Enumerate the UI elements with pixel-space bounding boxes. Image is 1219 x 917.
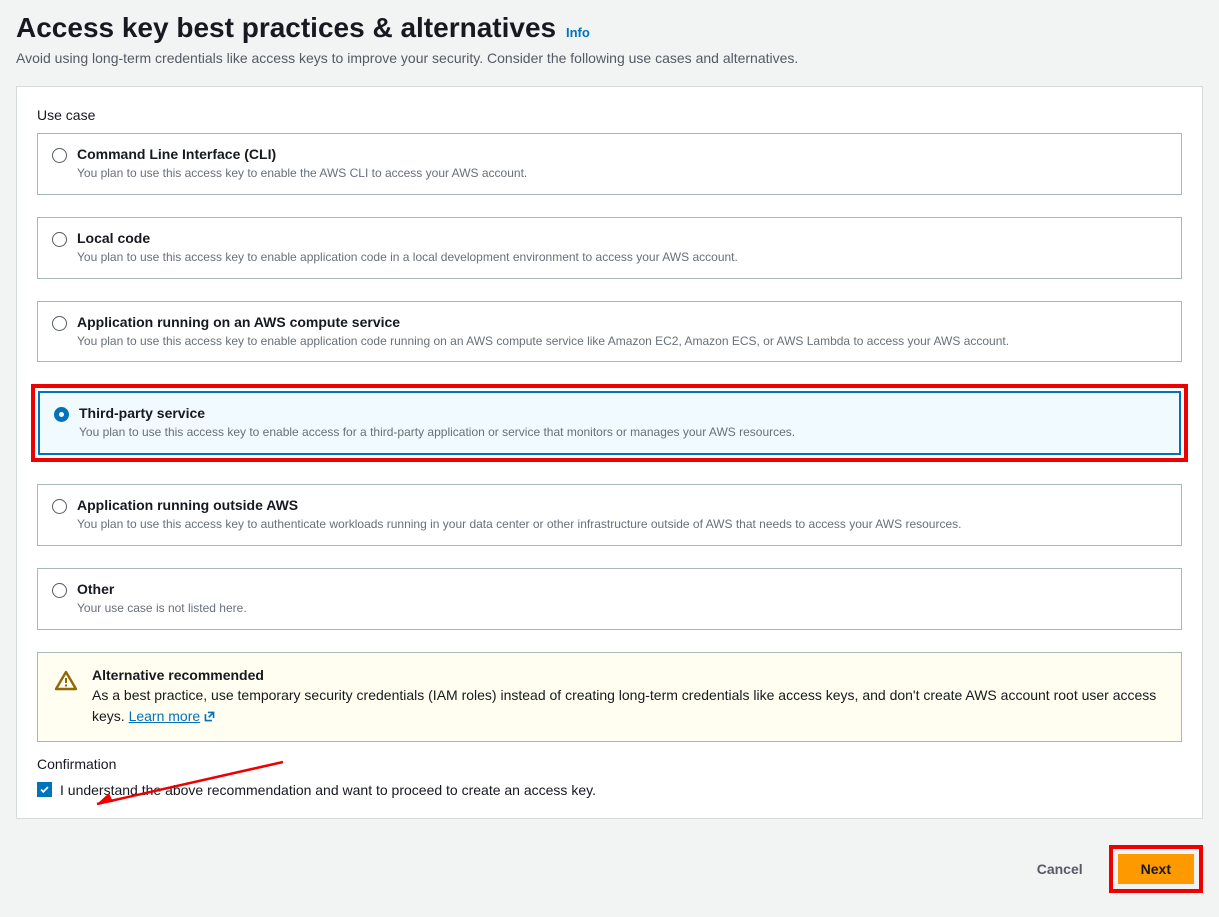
radio-icon <box>52 499 67 514</box>
confirmation-section: Confirmation I understand the above reco… <box>37 756 1182 798</box>
radio-icon <box>52 316 67 331</box>
cancel-button[interactable]: Cancel <box>1025 855 1095 883</box>
confirmation-checkbox[interactable] <box>37 782 52 797</box>
option-title: Application running on an AWS compute se… <box>77 314 1167 330</box>
option-title: Application running outside AWS <box>77 497 1167 513</box>
checkmark-icon <box>39 784 50 795</box>
page-subtitle: Avoid using long-term credentials like a… <box>16 50 1203 66</box>
footer-actions: Cancel Next <box>16 819 1203 893</box>
annotation-highlight-next: Next <box>1109 845 1203 893</box>
radio-icon <box>52 232 67 247</box>
external-link-icon <box>203 710 216 723</box>
option-desc: You plan to use this access key to enabl… <box>77 165 1167 182</box>
usecase-label: Use case <box>37 107 1182 123</box>
warning-icon <box>54 669 78 696</box>
usecase-option-third-party[interactable]: Third-party service You plan to use this… <box>38 391 1181 455</box>
usecase-option-other[interactable]: Other Your use case is not listed here. <box>37 568 1182 630</box>
option-title: Local code <box>77 230 1167 246</box>
info-link[interactable]: Info <box>566 25 590 40</box>
option-desc: You plan to use this access key to enabl… <box>77 333 1167 350</box>
option-desc: You plan to use this access key to enabl… <box>77 249 1167 266</box>
next-button[interactable]: Next <box>1118 854 1194 884</box>
alert-text: As a best practice, use temporary securi… <box>92 685 1165 727</box>
option-desc: Your use case is not listed here. <box>77 600 1167 617</box>
usecase-option-cli[interactable]: Command Line Interface (CLI) You plan to… <box>37 133 1182 195</box>
page-title: Access key best practices & alternatives <box>16 12 556 43</box>
annotation-highlight-selected: Third-party service You plan to use this… <box>31 384 1188 462</box>
radio-icon <box>52 148 67 163</box>
page-header: Access key best practices & alternatives… <box>16 0 1203 76</box>
option-title: Command Line Interface (CLI) <box>77 146 1167 162</box>
radio-icon <box>54 407 69 422</box>
alternative-alert: Alternative recommended As a best practi… <box>37 652 1182 742</box>
alert-title: Alternative recommended <box>92 667 1165 683</box>
learn-more-link[interactable]: Learn more <box>129 706 217 727</box>
option-title: Third-party service <box>79 405 1165 421</box>
option-title: Other <box>77 581 1167 597</box>
radio-icon <box>52 583 67 598</box>
usecase-option-local-code[interactable]: Local code You plan to use this access k… <box>37 217 1182 279</box>
usecase-option-aws-compute[interactable]: Application running on an AWS compute se… <box>37 301 1182 363</box>
usecase-option-outside-aws[interactable]: Application running outside AWS You plan… <box>37 484 1182 546</box>
option-desc: You plan to use this access key to enabl… <box>79 424 1165 441</box>
option-desc: You plan to use this access key to authe… <box>77 516 1167 533</box>
usecase-panel: Use case Command Line Interface (CLI) Yo… <box>16 86 1203 819</box>
